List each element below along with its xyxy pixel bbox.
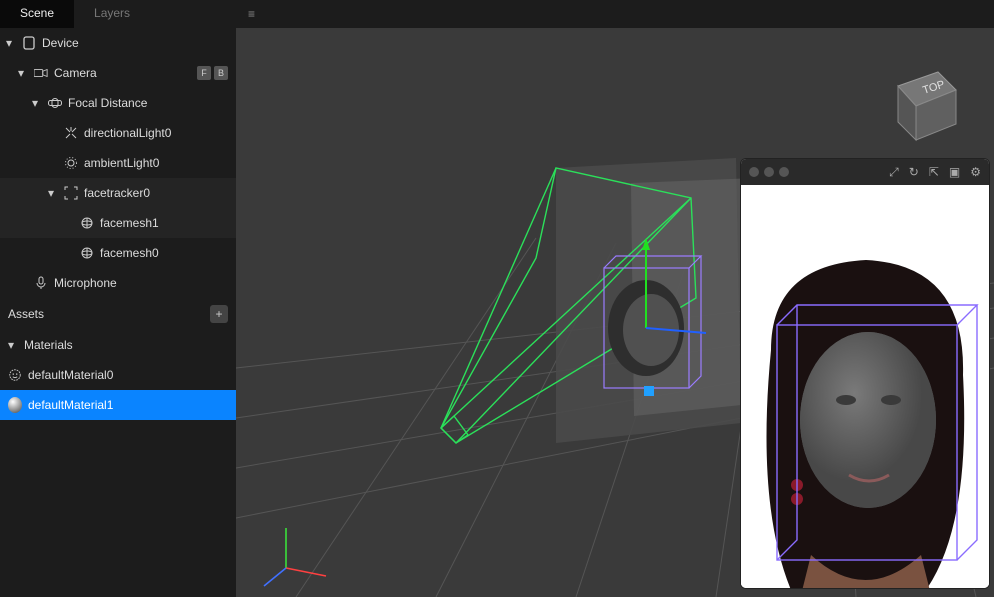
tab-scene[interactable]: Scene [0,0,74,28]
tree-label: ambientLight0 [84,156,159,170]
gear-icon[interactable]: ⚙ [970,165,981,180]
snapshot-icon[interactable]: ▣ [949,165,960,180]
sidebar: Scene Layers ▾ Device ▾ Camera F B ▾ [0,0,236,597]
preview-header: ⤢ ↻ ⇱ ▣ ⚙ [741,159,989,185]
tree-facetracker[interactable]: ▾ facetracker0 [0,178,236,208]
orientation-cube[interactable]: TOP [876,58,966,148]
tree-label: defaultMaterial1 [28,398,113,412]
chevron-down-icon: ▾ [6,36,16,50]
tree-ambient-light[interactable]: ambientLight0 [0,148,236,178]
chevron-down-icon: ▾ [48,186,58,200]
tree-label: Microphone [54,276,117,290]
material-sphere-icon [8,398,22,412]
main-area: ≡ [236,0,994,597]
tree-label: facetracker0 [84,186,150,200]
preview-body[interactable] [741,185,989,588]
ambient-light-icon [64,156,78,170]
facetracker-icon [64,186,78,200]
tree-facemesh0[interactable]: facemesh0 [0,238,236,268]
microphone-icon [34,276,48,290]
tree-facemesh1[interactable]: facemesh1 [0,208,236,238]
material-default0[interactable]: defaultMaterial0 [0,360,236,390]
tree-directional-light[interactable]: directionalLight0 [0,118,236,148]
chevron-down-icon: ▾ [8,338,18,352]
tree-label: directionalLight0 [84,126,171,140]
minimize-dot[interactable] [764,167,774,177]
focal-icon [48,96,62,110]
tree-camera[interactable]: ▾ Camera F B [0,58,236,88]
tree-label: Camera [54,66,97,80]
mesh-icon [80,216,94,230]
tree-label: facemesh1 [100,216,159,230]
directional-light-icon [64,126,78,140]
tree-microphone[interactable]: Microphone [0,268,236,298]
refresh-icon[interactable]: ↻ [909,165,919,180]
add-asset-button[interactable]: + [210,305,228,323]
badge-f[interactable]: F [197,66,211,80]
window-controls [749,167,789,177]
scene-tree: ▾ Device ▾ Camera F B ▾ Focal Distance [0,28,236,298]
tree-focal-distance[interactable]: ▾ Focal Distance [0,88,236,118]
camera-icon [34,66,48,80]
assets-materials-folder[interactable]: ▾ Materials [0,330,236,360]
assets-header: Assets + [0,298,236,330]
chevron-down-icon: ▾ [18,66,28,80]
tab-layers[interactable]: Layers [74,0,150,28]
hamburger-menu-icon[interactable]: ≡ [248,7,255,21]
material-default1[interactable]: defaultMaterial1 [0,390,236,420]
mesh-icon [80,246,94,260]
sidebar-tabs: Scene Layers [0,0,236,28]
resize-icon[interactable]: ⤢ [889,165,899,180]
camera-badges: F B [197,66,228,80]
preview-toolbar: ⤢ ↻ ⇱ ▣ ⚙ [889,165,981,180]
badge-b[interactable]: B [214,66,228,80]
viewport-3d[interactable]: TOP ⤢ ↻ ⇱ ▣ ⚙ [236,28,994,597]
tree-label: Focal Distance [68,96,147,110]
tree-device[interactable]: ▾ Device [0,28,236,58]
assets-title: Assets [8,307,44,321]
zoom-dot[interactable] [779,167,789,177]
close-dot[interactable] [749,167,759,177]
face-material-icon [8,368,22,382]
tree-label: defaultMaterial0 [28,368,113,382]
device-icon [22,36,36,50]
viewport-topbar: ≡ [236,0,994,28]
preview-panel: ⤢ ↻ ⇱ ▣ ⚙ [740,158,990,589]
cursor-icon[interactable]: ⇱ [929,165,939,180]
chevron-down-icon: ▾ [32,96,42,110]
tree-label: Materials [24,338,73,352]
assets-list: ▾ Materials defaultMaterial0 defaultMate… [0,330,236,420]
tree-label: facemesh0 [100,246,159,260]
tree-label: Device [42,36,79,50]
